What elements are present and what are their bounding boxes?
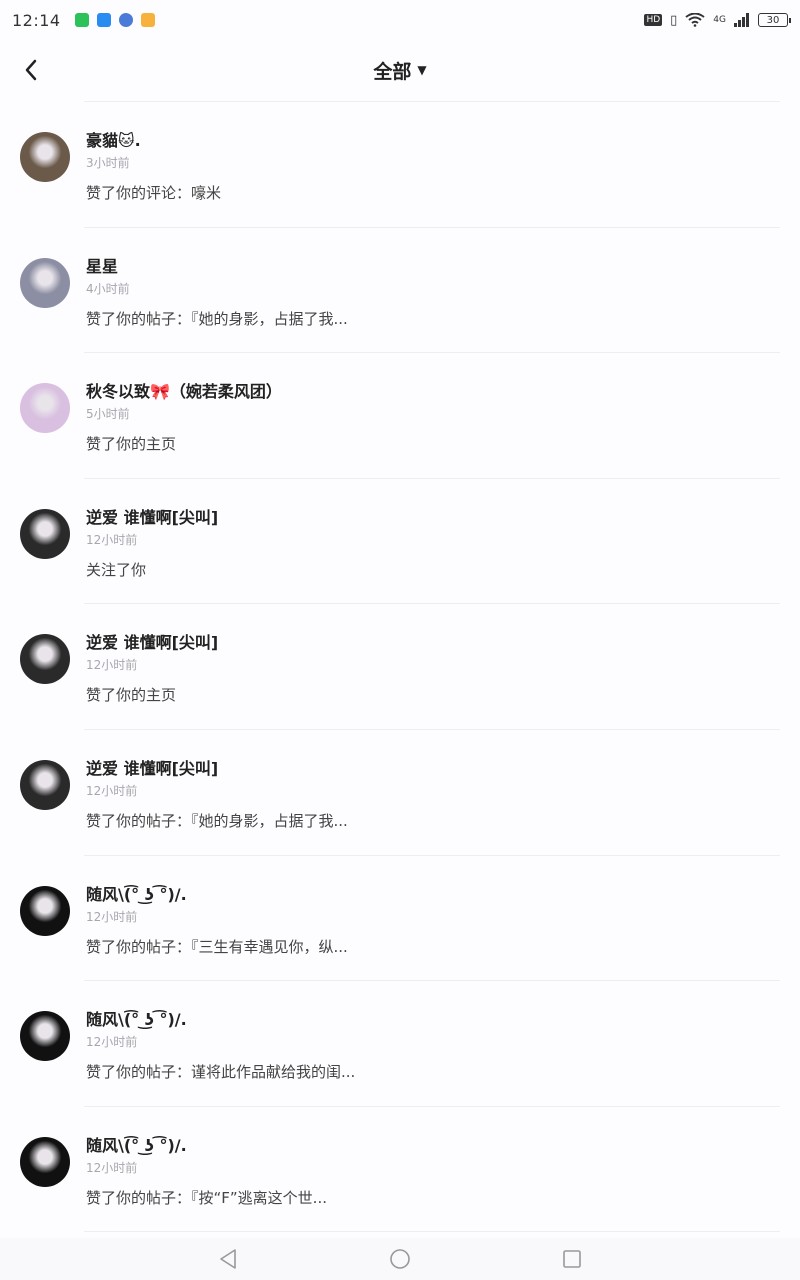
avatar[interactable] (20, 132, 70, 182)
notification-item[interactable]: 逆爱 谁懂啊[尖叫] 12小时前关注了你 (0, 479, 800, 605)
notification-item[interactable]: 秋冬以致🎀（婉若柔风团） 5小时前赞了你的主页 (0, 353, 800, 479)
user-name[interactable]: 随风\(͡° ͜ʖ ͡°)/. (86, 1009, 780, 1031)
notification-content: 随风\(͡° ͜ʖ ͡°)/. 12小时前赞了你的帖子：『按“F”逃离这个世... (86, 1135, 780, 1208)
wifi-icon (685, 13, 705, 27)
notification-content: 星星 4小时前赞了你的帖子：『她的身影，占据了我... (86, 256, 780, 329)
notification-content: 逆爱 谁懂啊[尖叫] 12小时前赞了你的主页 (86, 632, 780, 705)
chevron-left-icon (25, 59, 37, 81)
triangle-back-icon (220, 1249, 236, 1269)
caret-down-icon: ▼ (417, 63, 427, 77)
nav-back-button[interactable] (217, 1248, 239, 1270)
notification-text[interactable]: 关注了你 (86, 560, 780, 580)
nav-recents-button[interactable] (561, 1248, 583, 1270)
user-name[interactable]: 星星 (86, 256, 780, 278)
vibrate-icon: ▯ (670, 12, 678, 28)
timestamp: 12小时前 (86, 1035, 138, 1050)
avatar[interactable] (20, 383, 70, 434)
back-button[interactable] (16, 50, 46, 90)
battery-icon: 30 (758, 13, 791, 27)
timestamp: 4小时前 (86, 281, 130, 296)
wechat-icon (74, 13, 89, 27)
timestamp: 12小时前 (86, 783, 138, 798)
square-recents-icon (563, 1250, 581, 1268)
notification-content: 随风\(͡° ͜ʖ ͡°)/. 12小时前赞了你的帖子：谨将此作品献给我的闺... (86, 1009, 780, 1082)
top-bar: 全部 ▼ (0, 40, 800, 100)
notification-text[interactable]: 赞了你的主页 (86, 434, 780, 454)
user-name[interactable]: 随风\(͡° ͜ʖ ͡°)/. (86, 884, 780, 906)
notification-item[interactable]: 豪貓🐱. 3小时前赞了你的评论：嚎米 (0, 102, 800, 228)
notification-text[interactable]: 赞了你的帖子：谨将此作品献给我的闺... (86, 1062, 780, 1082)
notification-item[interactable]: 星星 4小时前赞了你的帖子：『她的身影，占据了我... (0, 228, 800, 354)
system-nav-bar (0, 1238, 800, 1280)
item-divider (84, 1231, 780, 1233)
timestamp: 3小时前 (86, 156, 130, 170)
timestamp: 5小时前 (86, 407, 130, 422)
notification-content: 逆爱 谁懂啊[尖叫] 12小时前关注了你 (86, 507, 780, 580)
notification-text[interactable]: 赞了你的帖子：『她的身影，占据了我... (86, 309, 780, 329)
notification-text[interactable]: 赞了你的主页 (86, 685, 780, 705)
avatar[interactable] (20, 508, 70, 559)
avatar[interactable] (20, 759, 70, 810)
timestamp: 12小时前 (86, 658, 138, 673)
hd-badge: HD (644, 14, 663, 26)
notification-text[interactable]: 赞了你的帖子：『按“F”逃离这个世... (86, 1188, 780, 1208)
avatar[interactable] (20, 1136, 70, 1187)
notification-content: 豪貓🐱. 3小时前赞了你的评论：嚎米 (86, 130, 780, 203)
filter-label: 全部 (373, 60, 412, 83)
notification-list: 豪貓🐱. 3小时前赞了你的评论：嚎米 星星 4小时前赞了你的帖子：『她的身影，占据了我… (0, 102, 800, 1233)
browser-icon (118, 13, 133, 27)
user-name[interactable]: 秋冬以致🎀（婉若柔风团） (86, 381, 780, 403)
search-app-icon (96, 13, 111, 27)
nav-home-button[interactable] (389, 1248, 411, 1270)
notification-text[interactable]: 赞了你的帖子：『她的身影，占据了我... (86, 811, 780, 831)
notification-item[interactable]: 随风\(͡° ͜ʖ ͡°)/. 12小时前赞了你的帖子：『按“F”逃离这个世... (0, 1107, 800, 1233)
timestamp: 12小时前 (86, 532, 138, 547)
timestamp: 12小时前 (86, 909, 138, 924)
notification-text[interactable]: 赞了你的帖子：『三生有幸遇见你，纵... (86, 937, 780, 957)
filter-dropdown[interactable]: 全部 ▼ (373, 57, 426, 84)
notification-text[interactable]: 赞了你的评论：嚎米 (86, 183, 780, 203)
status-indicators: HD ▯ 4G 30 (644, 12, 791, 28)
notification-item[interactable]: 逆爱 谁懂啊[尖叫] 12小时前赞了你的主页 (0, 604, 800, 730)
avatar[interactable] (20, 1011, 70, 1062)
notification-content: 秋冬以致🎀（婉若柔风团） 5小时前赞了你的主页 (86, 381, 780, 454)
notes-app-icon (140, 13, 155, 27)
timestamp: 12小时前 (86, 1160, 138, 1175)
notification-item[interactable]: 随风\(͡° ͜ʖ ͡°)/. 12小时前赞了你的帖子：『三生有幸遇见你，纵... (0, 856, 800, 982)
network-type: 4G (713, 15, 726, 25)
signal-icon (734, 13, 749, 27)
user-name[interactable]: 逆爱 谁懂啊[尖叫] (86, 507, 780, 529)
notification-content: 逆爱 谁懂啊[尖叫] 12小时前赞了你的帖子：『她的身影，占据了我... (86, 758, 780, 831)
user-name[interactable]: 随风\(͡° ͜ʖ ͡°)/. (86, 1135, 780, 1157)
avatar[interactable] (20, 885, 70, 936)
status-time: 12:14 (12, 10, 61, 30)
avatar[interactable] (20, 257, 70, 308)
user-name[interactable]: 逆爱 谁懂啊[尖叫] (86, 632, 780, 654)
battery-level: 30 (766, 14, 780, 26)
avatar[interactable] (20, 634, 70, 685)
user-name[interactable]: 逆爱 谁懂啊[尖叫] (86, 758, 780, 780)
notification-content: 随风\(͡° ͜ʖ ͡°)/. 12小时前赞了你的帖子：『三生有幸遇见你，纵... (86, 884, 780, 957)
notification-item[interactable]: 逆爱 谁懂啊[尖叫] 12小时前赞了你的帖子：『她的身影，占据了我... (0, 730, 800, 856)
circle-home-icon (390, 1249, 410, 1269)
user-name[interactable]: 豪貓🐱. (86, 130, 780, 152)
notification-item[interactable]: 随风\(͡° ͜ʖ ͡°)/. 12小时前赞了你的帖子：谨将此作品献给我的闺... (0, 981, 800, 1107)
status-bar: 12:14 HD ▯ 4G 30 (0, 0, 800, 40)
